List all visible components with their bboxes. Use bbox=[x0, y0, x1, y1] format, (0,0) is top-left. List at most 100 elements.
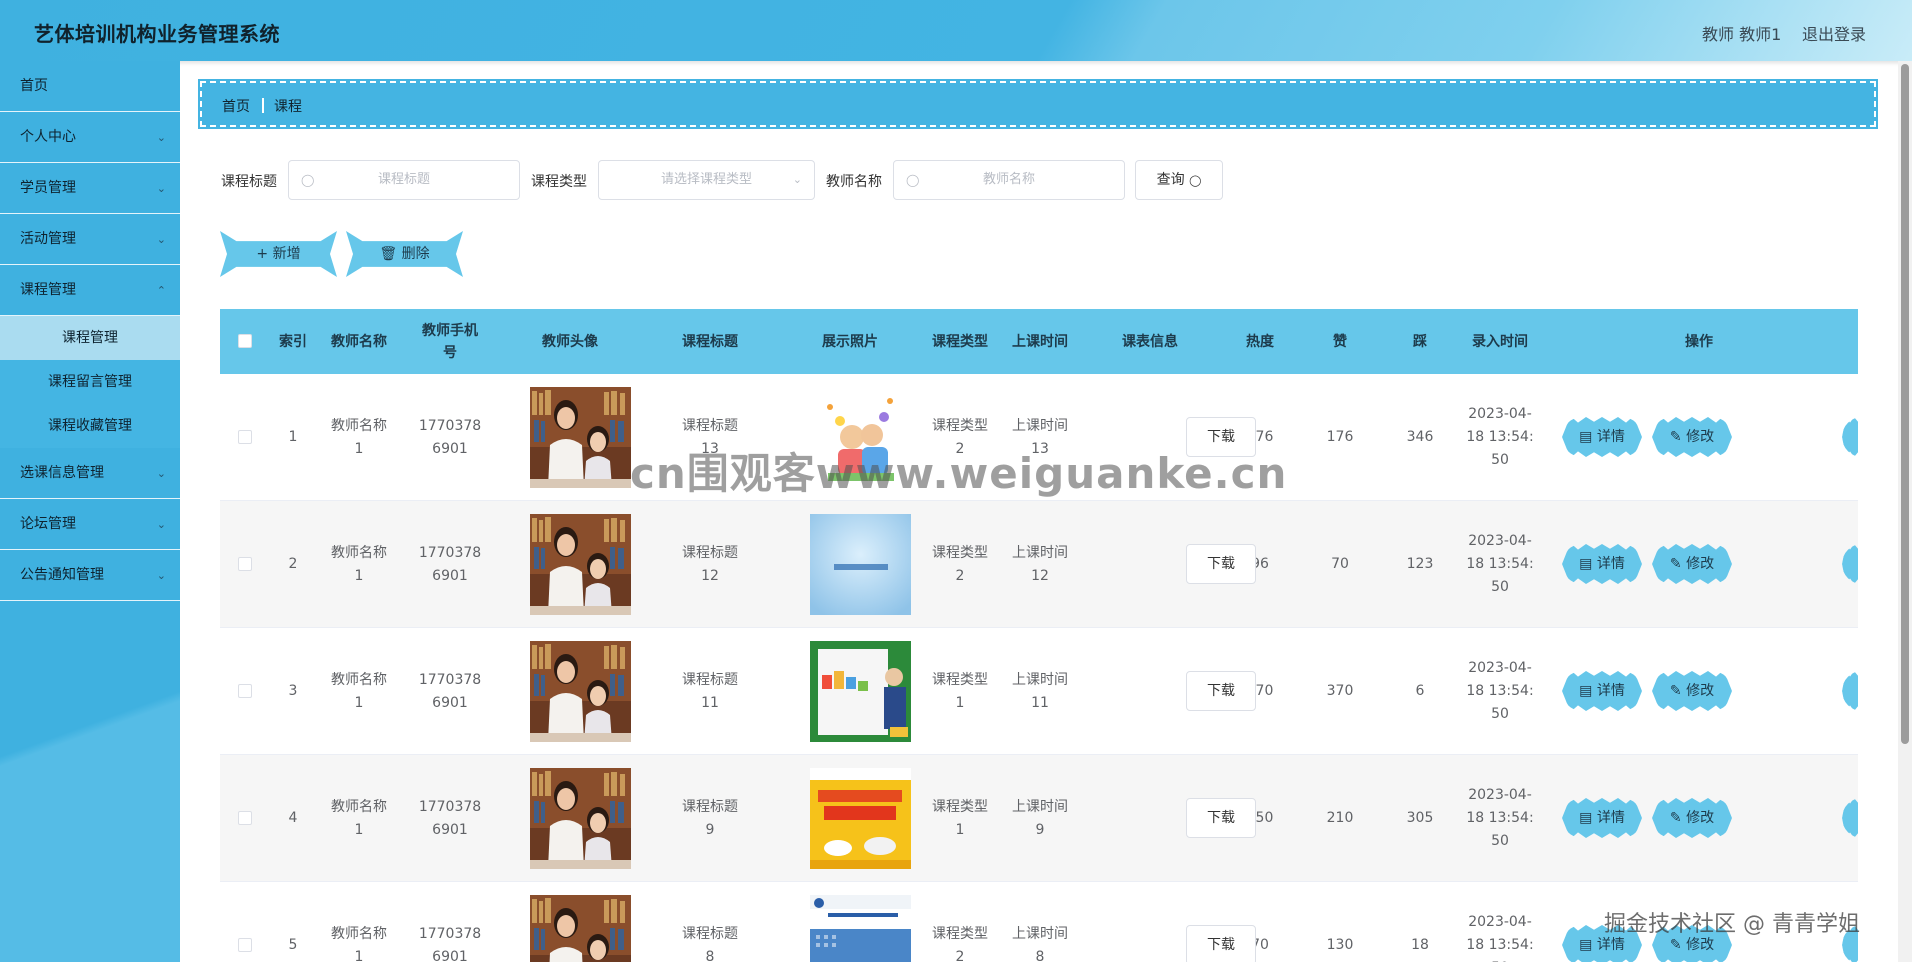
detail-button[interactable]: ▤ 详情 bbox=[1562, 798, 1642, 838]
scrollbar-thumb[interactable] bbox=[1901, 64, 1909, 744]
cell-entry-line: 50 bbox=[1491, 833, 1509, 849]
download-button[interactable]: 下载 bbox=[1186, 417, 1256, 457]
query-button[interactable]: 查询 ◯ bbox=[1135, 160, 1223, 200]
search-title-label: 课程标题 bbox=[221, 174, 277, 190]
cell-entry-line: 2023-04- bbox=[1468, 787, 1532, 803]
search-title-input[interactable]: ◯ 课程标题 bbox=[288, 160, 520, 200]
col-teacher: 教师名称 bbox=[331, 333, 387, 350]
submenu-item-courses[interactable]: 课程管理 bbox=[0, 316, 180, 360]
edit-button[interactable]: ✎ 修改 bbox=[1652, 671, 1732, 711]
edit-icon: ✎ bbox=[1669, 429, 1682, 445]
col-index: 索引 bbox=[279, 333, 307, 350]
chevron-down-icon: ⌄ bbox=[156, 182, 166, 195]
cell-time-line: 上课时间 bbox=[1012, 544, 1068, 561]
delete-button[interactable]: 🗑 删除 bbox=[346, 231, 463, 277]
table-header: 索引 教师名称 教师手机 号 教师头像 课程标题 展示照片 课程类型 上课时间 … bbox=[220, 309, 1858, 374]
breadcrumb-separator bbox=[262, 98, 264, 113]
download-button[interactable]: 下载 bbox=[1186, 925, 1256, 962]
cell-title-line: 课程标题 bbox=[682, 671, 738, 688]
chevron-down-icon: ⌄ bbox=[156, 569, 166, 582]
cell-phone-line: 6901 bbox=[432, 948, 468, 962]
col-ops: 操作 bbox=[1685, 333, 1713, 350]
cell-type-line: 2 bbox=[955, 440, 965, 457]
plus-icon: + bbox=[256, 246, 269, 262]
sidebar-item-label: 首页 bbox=[20, 78, 48, 94]
sidebar-item-notices[interactable]: 公告通知管理 ⌄ bbox=[0, 550, 180, 601]
sidebar-item-forum[interactable]: 论坛管理 ⌄ bbox=[0, 499, 180, 550]
col-hot: 热度 bbox=[1246, 333, 1274, 350]
cell-time-line: 8 bbox=[1035, 948, 1045, 962]
sidebar-item-enrollment[interactable]: 选课信息管理 ⌄ bbox=[0, 448, 180, 499]
detail-button[interactable]: ▤ 详情 bbox=[1562, 671, 1642, 711]
sidebar-item-activities[interactable]: 活动管理 ⌄ bbox=[0, 214, 180, 265]
sidebar-item-profile[interactable]: 个人中心 ⌄ bbox=[0, 112, 180, 163]
cell-phone-line: 1770378 bbox=[418, 798, 482, 815]
cell-entry-line: 50 bbox=[1491, 452, 1509, 468]
cell-teacher-line: 1 bbox=[354, 821, 364, 838]
cell-title: 课程标题 8 bbox=[640, 882, 780, 962]
cell-phone-line: 1770378 bbox=[418, 544, 482, 561]
document-icon: ▤ bbox=[1579, 683, 1593, 699]
cell-time: 上课时间 11 bbox=[1000, 628, 1080, 755]
submenu-item-course-favorites[interactable]: 课程收藏管理 bbox=[0, 404, 180, 448]
more-action-button[interactable] bbox=[1842, 798, 1858, 838]
edit-button[interactable]: ✎ 修改 bbox=[1652, 798, 1732, 838]
cell-entry: 2023-04- 18 13:54: 50 bbox=[1460, 755, 1540, 882]
edit-button[interactable]: ✎ 修改 bbox=[1652, 544, 1732, 584]
detail-button[interactable]: ▤ 详情 bbox=[1562, 925, 1642, 962]
col-phone-line2: 号 bbox=[443, 344, 457, 361]
sidebar-item-courses[interactable]: 课程管理 ⌃ bbox=[0, 265, 180, 316]
edit-button[interactable]: ✎ 修改 bbox=[1652, 417, 1732, 457]
more-action-button[interactable] bbox=[1842, 671, 1858, 711]
select-all-checkbox[interactable] bbox=[238, 334, 252, 348]
cell-type-line: 课程类型 bbox=[932, 798, 988, 815]
download-button[interactable]: 下载 bbox=[1186, 798, 1256, 838]
cell-type-line: 1 bbox=[955, 694, 965, 711]
cell-entry: 2023-04- 18 13:54: 50 bbox=[1460, 628, 1540, 755]
row-checkbox[interactable] bbox=[238, 557, 252, 571]
search-type-select[interactable]: 请选择课程类型 ⌄ bbox=[598, 160, 815, 200]
sidebar-item-label: 论坛管理 bbox=[20, 516, 76, 532]
trash-icon: 🗑 bbox=[379, 246, 398, 262]
detail-button[interactable]: ▤ 详情 bbox=[1562, 544, 1642, 584]
edit-button-label: 修改 bbox=[1686, 937, 1715, 953]
cell-title: 课程标题 13 bbox=[640, 374, 780, 501]
cell-title-line: 13 bbox=[701, 440, 719, 457]
search-teacher-placeholder: 教师名称 bbox=[982, 172, 1035, 187]
col-title: 课程标题 bbox=[682, 333, 738, 350]
cell-phone: 1770378 6901 bbox=[400, 374, 500, 501]
cell-teacher: 教师名称 1 bbox=[318, 628, 400, 755]
row-checkbox[interactable] bbox=[238, 684, 252, 698]
sidebar-item-home[interactable]: 首页 bbox=[0, 61, 180, 112]
detail-button[interactable]: ▤ 详情 bbox=[1562, 417, 1642, 457]
col-entry: 录入时间 bbox=[1472, 333, 1528, 350]
submenu-item-course-comments[interactable]: 课程留言管理 bbox=[0, 360, 180, 404]
table-row: 4 教师名称 1 1770378 6901 课程标题 9 课程类型 1 上课时间 9 250 210 30… bbox=[220, 755, 1858, 882]
more-action-button[interactable] bbox=[1842, 925, 1858, 962]
download-button[interactable]: 下载 bbox=[1186, 671, 1256, 711]
row-checkbox[interactable] bbox=[238, 430, 252, 444]
cell-teacher-line: 教师名称 bbox=[331, 925, 387, 942]
row-checkbox[interactable] bbox=[238, 938, 252, 952]
add-button[interactable]: + 新增 bbox=[220, 231, 337, 277]
sidebar-item-label: 公告通知管理 bbox=[20, 567, 104, 583]
col-phone-line1: 教师手机 bbox=[422, 322, 478, 339]
sidebar-item-students[interactable]: 学员管理 ⌄ bbox=[0, 163, 180, 214]
cell-type-line: 课程类型 bbox=[932, 417, 988, 434]
search-teacher-input[interactable]: ◯ 教师名称 bbox=[893, 160, 1125, 200]
row-checkbox[interactable] bbox=[238, 811, 252, 825]
cell-time-line: 13 bbox=[1031, 440, 1049, 457]
col-schedule: 课表信息 bbox=[1122, 333, 1178, 350]
download-button[interactable]: 下载 bbox=[1186, 544, 1256, 584]
teacher-avatar-image bbox=[530, 514, 631, 615]
cell-title-line: 课程标题 bbox=[682, 544, 738, 561]
search-icon: ◯ bbox=[906, 173, 920, 187]
cell-entry-line: 18 13:54: bbox=[1466, 810, 1534, 826]
cell-title: 课程标题 9 bbox=[640, 755, 780, 882]
more-action-button[interactable] bbox=[1842, 544, 1858, 584]
edit-button[interactable]: ✎ 修改 bbox=[1652, 925, 1732, 962]
more-action-button[interactable] bbox=[1842, 417, 1858, 457]
logout-link[interactable]: 退出登录 bbox=[1802, 21, 1866, 45]
search-type-label: 课程类型 bbox=[531, 174, 587, 190]
breadcrumb-home[interactable]: 首页 bbox=[222, 96, 250, 116]
